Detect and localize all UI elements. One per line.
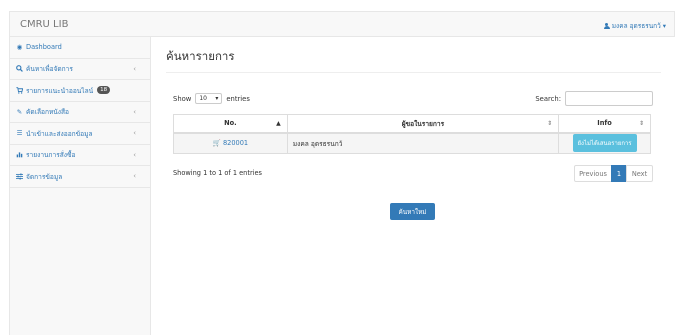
new-search-button[interactable]: ค้นหาใหม่ <box>390 203 435 220</box>
chart-icon <box>16 151 23 158</box>
top-navbar: CMRU LIB มงคล อุดรธรนกว้ ▾ <box>9 11 675 37</box>
sidebar-item-dashboard[interactable]: ◉ Dashboard <box>10 37 150 59</box>
column-header-no[interactable]: No. ▲ <box>173 114 288 134</box>
sidebar-item-label: คัดเลือกหนังสือ <box>26 108 69 117</box>
page-size-value: 10 <box>199 95 207 102</box>
count-badge: 18 <box>97 86 111 95</box>
chevron-down-icon: ▾ <box>215 95 219 102</box>
not-proposed-button[interactable]: ยังไม่ได้เสนอรายการ <box>572 134 637 153</box>
pagination-previous[interactable]: Previous <box>574 165 612 182</box>
cart-icon: 🛒 <box>212 139 221 148</box>
chevron-left-icon: ‹ <box>133 129 136 137</box>
chevron-left-icon: ‹ <box>133 107 136 116</box>
title-divider <box>166 72 661 73</box>
main-content: ค้นหารายการ Show 10 ▾ entries Search: No… <box>151 37 675 335</box>
sort-asc-icon: ▲ <box>276 120 281 127</box>
sidebar-item-label: จัดการข้อมูล <box>26 172 63 181</box>
sort-icon: ⇕ <box>547 120 553 127</box>
page-size-control: Show 10 ▾ entries <box>173 93 250 104</box>
sidebar-item-select-books[interactable]: ✎ คัดเลือกหนังสือ ‹ <box>10 102 150 123</box>
row-info-cell: ยังไม่ได้เสนอรายการ <box>558 132 651 154</box>
user-icon <box>603 23 610 29</box>
sliders-icon <box>16 173 23 180</box>
page-title: ค้นหารายการ <box>166 49 235 63</box>
sidebar-item-data-manage[interactable]: จัดการข้อมูล ‹ <box>10 166 150 188</box>
edit-icon: ✎ <box>16 107 23 116</box>
sidebar-item-order-report[interactable]: รายงานการสั่งซื้อ ‹ <box>10 145 150 166</box>
pagination-next[interactable]: Next <box>626 165 653 182</box>
dashboard-icon: ◉ <box>16 43 23 52</box>
pagination-page-1[interactable]: 1 <box>611 165 627 182</box>
brand-link[interactable]: CMRU LIB <box>20 19 68 30</box>
sidebar-item-label: นำเข้าและส่งออกข้อมูล <box>26 129 93 138</box>
results-table: No. ▲ ผู้ขอในรายการ ⇕ Info ⇕ � <box>173 114 651 154</box>
table-info: Showing 1 to 1 of 1 entries <box>173 169 262 177</box>
sidebar-item-label: รายการแนะนำออนไลน์ <box>26 86 94 95</box>
user-name: มงคล อุดรธรนกว้ <box>611 22 661 30</box>
list-icon: ☰ <box>16 129 23 138</box>
column-header-name[interactable]: ผู้ขอในรายการ ⇕ <box>286 114 560 134</box>
sidebar-item-online-recommend[interactable]: รายการแนะนำออนไลน์ 18 <box>10 80 150 102</box>
row-name-cell: มงคล อุดรธรนกว้ <box>286 132 560 154</box>
search-label: Search: <box>535 94 561 103</box>
sidebar-item-label: ค้นหาเพื่อจัดการ <box>26 65 73 74</box>
sort-icon: ⇕ <box>638 120 644 127</box>
row-number-cell[interactable]: 🛒 820001 <box>173 132 288 154</box>
row-number-link[interactable]: 820001 <box>223 139 248 147</box>
sidebar: ◉ Dashboard ค้นหาเพื่อจัดการ ‹ รายการแนะ… <box>9 37 151 335</box>
cart-icon <box>16 86 23 94</box>
sidebar-item-import-export[interactable]: ☰ นำเข้าและส่งออกข้อมูล ‹ <box>10 123 150 145</box>
table-search: Search: <box>535 91 653 106</box>
show-label: Show <box>173 94 192 103</box>
chevron-left-icon: ‹ <box>133 64 136 73</box>
sidebar-item-label: รายงานการสั่งซื้อ <box>26 151 76 160</box>
page-size-select[interactable]: 10 ▾ <box>195 93 223 104</box>
table-row: 🛒 820001 มงคล อุดรธรนกว้ ยังไม่ได้เสนอรา… <box>173 132 651 154</box>
pagination: Previous 1 Next <box>574 165 653 182</box>
sidebar-item-search-manage[interactable]: ค้นหาเพื่อจัดการ ‹ <box>10 59 150 80</box>
user-menu[interactable]: มงคล อุดรธรนกว้ ▾ <box>603 21 666 31</box>
sidebar-item-label: Dashboard <box>26 43 62 52</box>
chevron-left-icon: ‹ <box>133 172 136 180</box>
search-input[interactable] <box>565 91 653 106</box>
column-header-info[interactable]: Info ⇕ <box>558 114 651 134</box>
chevron-left-icon: ‹ <box>133 150 136 159</box>
table-header-row: No. ▲ ผู้ขอในรายการ ⇕ Info ⇕ <box>173 114 651 134</box>
chevron-down-icon: ▾ <box>662 22 666 30</box>
entries-label: entries <box>226 94 250 103</box>
search-icon <box>16 65 23 73</box>
